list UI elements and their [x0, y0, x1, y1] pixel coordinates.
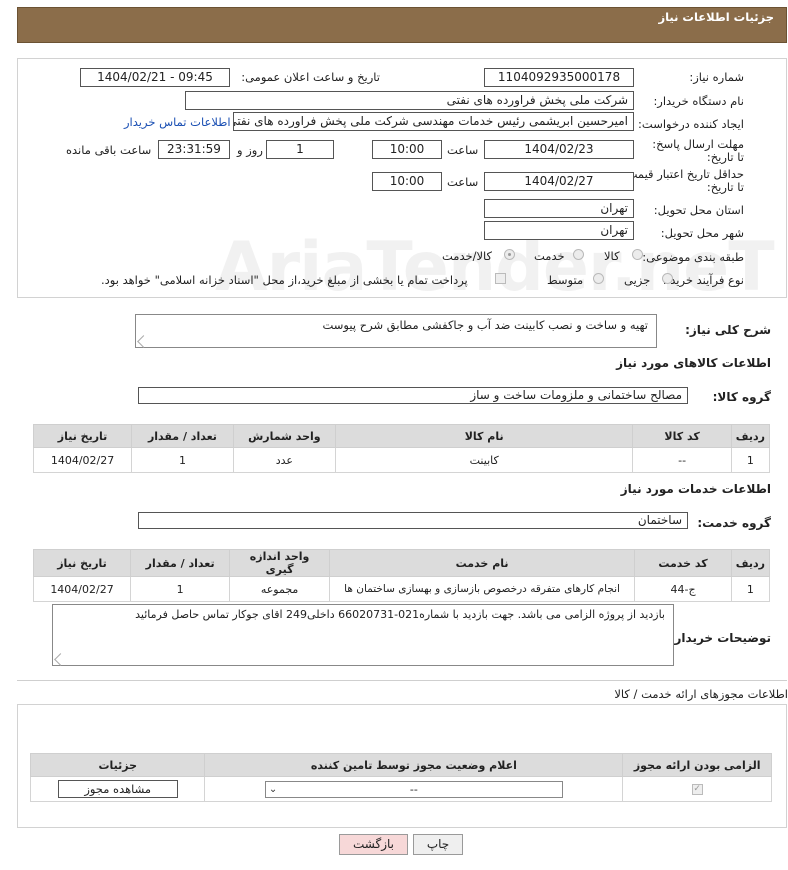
permits-section-title: اطلاعات مجوزهای ارائه خدمت / کالا	[614, 687, 788, 701]
services-cell-date: 1404/02/27	[32, 576, 132, 602]
chevron-down-icon: ⌄	[268, 783, 278, 795]
price-time-label: ساعت	[447, 175, 479, 189]
price-time-field: 10:00	[372, 172, 442, 191]
goods-group-field: مصالح ساختمانی و ملزومات ساخت و ساز	[138, 387, 688, 404]
goods-table: ردیف کد کالا نام کالا واحد شمارش تعداد /…	[32, 424, 771, 473]
separator	[17, 680, 787, 681]
goods-col-qty: تعداد / مقدار	[131, 424, 234, 448]
buyer-notes-label: توضیحات خریدار:	[669, 631, 771, 645]
reply-time-field: 10:00	[372, 140, 442, 159]
purchase-partial-label: جزیی	[624, 273, 651, 287]
table-row: 1 ج-44 انجام کارهای متفرقه درخصوص بازساز…	[32, 576, 771, 602]
category-label: طبقه بندی موضوعی:	[642, 250, 744, 264]
table-row: ✓ -- ⌄ مشاهده مجوز	[29, 776, 772, 802]
purchase-type-label: نوع فرآیند خرید :	[662, 273, 744, 287]
province-label: استان محل تحویل:	[653, 203, 744, 217]
services-cell-unit: مجموعه	[229, 576, 330, 602]
services-col-code: کد خدمت	[634, 549, 732, 577]
table-row: 1 -- کابینت عدد 1 1404/02/27	[32, 447, 771, 473]
permit-required-checkbox[interactable]: ✓	[691, 784, 703, 795]
services-col-qty: تعداد / مقدار	[130, 549, 231, 577]
services-col-name: نام خدمت	[328, 549, 636, 577]
days-field: 1	[266, 140, 334, 159]
reply-deadline-label: مهلت ارسال پاسخ: تا تاریخ:	[652, 137, 744, 164]
category-goods-radio[interactable]	[632, 249, 643, 260]
buyer-org-field: شرکت ملی پخش فراورده های نفتی	[185, 91, 634, 110]
description-text: تهیه و ساخت و نصب کابینت ضد آب و جاکفشی …	[322, 318, 649, 332]
goods-col-unit: واحد شمارش	[232, 424, 336, 448]
page-title: جزئیات اطلاعات نیاز	[658, 10, 774, 24]
buyer-org-label: نام دستگاه خریدار:	[653, 94, 744, 108]
services-col-date: تاریخ نیاز	[32, 549, 132, 577]
goods-group-label: گروه کالا:	[712, 390, 771, 404]
goods-col-row: ردیف	[730, 424, 771, 448]
description-label: شرح کلی نیاز:	[685, 323, 771, 337]
treasury-checkbox[interactable]	[495, 273, 506, 284]
buyer-notes-textarea[interactable]: بازدید از پروژه الزامی می باشد. جهت بازد…	[52, 604, 674, 666]
purchase-medium-label: متوسط	[547, 273, 584, 287]
goods-col-date: تاریخ نیاز	[32, 424, 133, 448]
goods-cell-code: --	[632, 447, 732, 473]
services-cell-name: انجام کارهای متفرقه درخصوص بازسازی و بهس…	[328, 576, 636, 602]
goods-section-title: اطلاعات کالاهای مورد نیاز	[616, 356, 771, 370]
services-section-title: اطلاعات خدمات مورد نیاز	[620, 482, 771, 496]
permits-cell-details: مشاهده مجوز	[29, 776, 206, 802]
back-button[interactable]: بازگشت	[339, 834, 408, 855]
permits-col-status: اعلام وضعیت مجوز توسط تامین کننده	[204, 753, 624, 777]
reply-date-field: 1404/02/23	[484, 140, 634, 159]
purchase-medium-radio[interactable]	[593, 273, 604, 284]
view-permit-button[interactable]: مشاهده مجوز	[57, 780, 178, 798]
payment-note: پرداخت تمام یا بخشی از مبلغ خرید،از محل …	[101, 273, 468, 287]
category-both-label: کالا/خدمت	[442, 249, 493, 263]
goods-cell-row: 1	[730, 447, 771, 473]
province-field: تهران	[484, 199, 634, 218]
permits-cell-required: ✓	[622, 776, 772, 802]
description-textarea[interactable]: تهیه و ساخت و نصب کابینت ضد آب و جاکفشی …	[135, 314, 657, 348]
city-label: شهر محل تحویل:	[660, 226, 744, 240]
announce-field: 1404/02/21 - 09:45	[80, 68, 230, 87]
services-group-field: ساختمان	[138, 512, 688, 529]
city-field: تهران	[484, 221, 634, 240]
services-col-unit: واحد اندازه گیری	[229, 549, 330, 577]
price-date-field: 1404/02/27	[484, 172, 634, 191]
remaining-time-field: 23:31:59	[158, 140, 230, 159]
goods-cell-unit: عدد	[232, 447, 336, 473]
services-cell-code: ج-44	[634, 576, 732, 602]
print-button[interactable]: چاپ	[413, 834, 463, 855]
permits-cell-status: -- ⌄	[204, 776, 624, 802]
services-group-label: گروه خدمت:	[697, 516, 771, 530]
category-service-label: خدمت	[534, 249, 565, 263]
services-col-row: ردیف	[730, 549, 771, 577]
services-cell-qty: 1	[130, 576, 231, 602]
reply-time-label: ساعت	[447, 143, 479, 157]
services-cell-row: 1	[730, 576, 771, 602]
requester-label: ایجاد کننده درخواست:	[638, 117, 744, 131]
goods-col-code: کد کالا	[632, 424, 732, 448]
need-number-field: 1104092935000178	[484, 68, 634, 87]
permit-status-select[interactable]: -- ⌄	[264, 780, 563, 798]
buyer-notes-text: بازدید از پروژه الزامی می باشد. جهت بازد…	[135, 608, 665, 621]
goods-col-name: نام کالا	[334, 424, 634, 448]
permits-col-required: الزامی بودن ارائه مجوز	[622, 753, 772, 777]
permit-status-value: --	[409, 782, 418, 796]
category-goods-label: کالا	[604, 249, 620, 263]
buyer-contact-link[interactable]: اطلاعات تماس خریدار	[124, 115, 231, 129]
goods-cell-date: 1404/02/27	[32, 447, 133, 473]
days-label: روز و	[237, 143, 263, 157]
category-both-radio[interactable]	[504, 249, 515, 260]
purchase-partial-radio[interactable]	[662, 273, 673, 284]
requester-field: امیرحسین ابریشمی رئیس خدمات مهندسی شرکت …	[233, 112, 634, 131]
announce-label: تاریخ و ساعت اعلان عمومی:	[241, 70, 380, 84]
goods-cell-name: کابینت	[334, 447, 634, 473]
need-number-label: شماره نیاز:	[689, 70, 744, 84]
permits-col-details: جزئیات	[29, 753, 206, 777]
services-table: ردیف کد خدمت نام خدمت واحد اندازه گیری ت…	[32, 549, 771, 602]
goods-cell-qty: 1	[131, 447, 234, 473]
category-service-radio[interactable]	[573, 249, 584, 260]
price-deadline-label: حداقل تاریخ اعتبار قیمت: تا تاریخ:	[622, 167, 744, 194]
remaining-label: ساعت باقی مانده	[66, 143, 152, 157]
permits-table: الزامی بودن ارائه مجوز اعلام وضعیت مجوز …	[29, 753, 772, 802]
